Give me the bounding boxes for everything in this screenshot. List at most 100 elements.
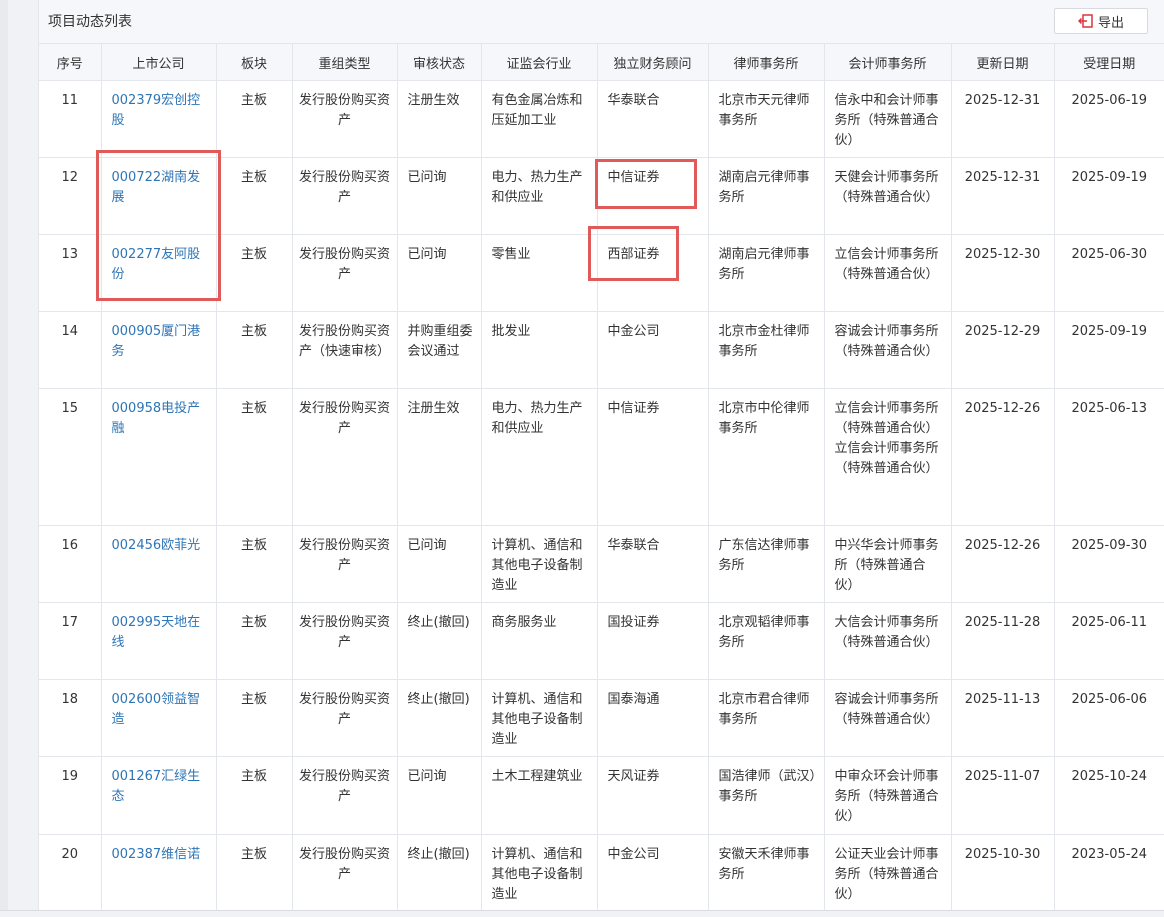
board-cell-cell: 主板 <box>215 756 293 835</box>
board-cell-cell: 主板 <box>215 80 293 158</box>
updated-date-cell: 2025-12-30 <box>950 234 1055 312</box>
row-number-cell: 18 <box>39 679 102 757</box>
financial-advisor: 中信证券 <box>607 170 660 185</box>
company-link[interactable]: 002600领益智造 <box>112 692 201 727</box>
accepted-date-cell: 2025-09-30 <box>1053 525 1164 603</box>
csrc-industry-cell: 土木工程建筑业 <box>480 756 598 835</box>
project-table: 序号 上市公司 板块 重组类型 审核状态 证监会行业 独立财务顾问 律师事务所 … <box>39 44 1164 913</box>
csrc-industry-cell: 商务服务业 <box>480 602 598 680</box>
accounting-firm: 容诚会计师事务所（特殊普通合伙） <box>834 324 939 359</box>
financial-advisor-cell: 华泰联合 <box>596 525 709 603</box>
csrc-industry: 电力、热力生产和供应业 <box>491 170 583 205</box>
row-number-cell: 19 <box>39 756 102 835</box>
law-firm-cell: 安徽天禾律师事务所 <box>707 834 825 913</box>
csrc-industry: 有色金属冶炼和压延加工业 <box>491 93 583 128</box>
row-number: 15 <box>61 401 79 416</box>
restructure-type-cell: 发行股份购买资产（快速审核） <box>291 311 398 389</box>
header-industry[interactable]: 证监会行业 <box>480 44 598 81</box>
restructure-type-cell: 发行股份购买资产 <box>291 834 398 913</box>
accounting-firm-cell: 天健会计师事务所（特殊普通合伙） <box>823 157 952 235</box>
board-cell: 主板 <box>240 170 267 185</box>
restructure-type: 发行股份购买资产 <box>298 401 390 436</box>
board-cell-cell: 主板 <box>215 157 293 235</box>
financial-advisor: 西部证券 <box>607 247 660 262</box>
updated-date-cell: 2025-10-30 <box>950 834 1055 913</box>
updated-date-cell: 2025-12-26 <box>950 388 1055 526</box>
board-cell-cell: 主板 <box>215 834 293 913</box>
header-accepted-date[interactable]: 受理日期 <box>1053 44 1164 81</box>
table-header-row: 序号 上市公司 板块 重组类型 审核状态 证监会行业 独立财务顾问 律师事务所 … <box>39 44 1164 81</box>
updated-date-cell: 2025-11-13 <box>950 679 1055 757</box>
law-firm: 北京市金杜律师事务所 <box>718 324 810 359</box>
accepted-date: 2023-05-24 <box>1071 847 1148 862</box>
header-status[interactable]: 审核状态 <box>396 44 482 81</box>
restructure-type-cell: 发行股份购买资产 <box>291 157 398 235</box>
law-firm-cell: 北京观韬律师事务所 <box>707 602 825 680</box>
board-cell: 主板 <box>240 769 267 784</box>
row-number-cell: 13 <box>39 234 102 312</box>
csrc-industry-cell: 电力、热力生产和供应业 <box>480 157 598 235</box>
table-row: 20 002387维信诺 主板 发行股份购买资产 终止(撤回) 计算机、通信和其他电子设备… <box>39 834 1164 913</box>
review-status-cell: 已问询 <box>396 756 482 835</box>
csrc-industry-cell: 计算机、通信和其他电子设备制造业 <box>480 525 598 603</box>
board-cell: 主板 <box>240 615 267 630</box>
accepted-date-cell: 2025-06-11 <box>1053 602 1164 680</box>
row-number: 18 <box>61 692 79 707</box>
row-number: 12 <box>61 170 79 185</box>
financial-advisor-cell: 中金公司 <box>596 311 709 389</box>
law-firm-cell: 湖南启元律师事务所 <box>707 157 825 235</box>
csrc-industry: 批发业 <box>491 324 531 339</box>
company-link[interactable]: 001267汇绿生态 <box>112 769 201 804</box>
header-updated-date[interactable]: 更新日期 <box>950 44 1055 81</box>
header-no[interactable]: 序号 <box>39 44 102 81</box>
board-cell: 主板 <box>240 324 267 339</box>
law-firm-cell: 北京市天元律师事务所 <box>707 80 825 158</box>
csrc-industry: 电力、热力生产和供应业 <box>491 401 583 436</box>
row-number-cell: 20 <box>39 834 102 913</box>
restructure-type: 发行股份购买资产 <box>298 170 390 205</box>
csrc-industry: 土木工程建筑业 <box>491 769 583 784</box>
updated-date: 2025-10-30 <box>964 847 1041 862</box>
review-status: 终止(撤回) <box>407 692 470 707</box>
company-link[interactable]: 002995天地在线 <box>112 615 201 650</box>
header-board[interactable]: 板块 <box>215 44 293 81</box>
company-link[interactable]: 002456欧菲光 <box>112 538 201 553</box>
company-link[interactable]: 000905厦门港务 <box>112 324 201 359</box>
csrc-industry-cell: 电力、热力生产和供应业 <box>480 388 598 526</box>
csrc-industry: 计算机、通信和其他电子设备制造业 <box>491 692 583 747</box>
header-law-firm[interactable]: 律师事务所 <box>707 44 825 81</box>
accepted-date: 2025-06-11 <box>1071 615 1148 630</box>
review-status: 已问询 <box>407 170 447 185</box>
header-type[interactable]: 重组类型 <box>291 44 398 81</box>
financial-advisor: 华泰联合 <box>607 93 660 108</box>
accounting-firm: 大信会计师事务所（特殊普通合伙） <box>834 615 939 650</box>
restructure-type: 发行股份购买资产 <box>298 538 390 573</box>
company-link[interactable]: 002379宏创控股 <box>112 93 201 128</box>
company-link[interactable]: 000958电投产融 <box>112 401 201 436</box>
row-number: 11 <box>61 93 79 108</box>
updated-date: 2025-12-31 <box>964 170 1041 185</box>
company-link-cell: 002387维信诺 <box>100 834 217 913</box>
review-status-cell: 终止(撤回) <box>396 834 482 913</box>
financial-advisor-cell: 中金公司 <box>596 834 709 913</box>
restructure-type-cell: 发行股份购买资产 <box>291 679 398 757</box>
accounting-firm-cell: 中兴华会计师事务所（特殊普通合伙） <box>823 525 952 603</box>
updated-date: 2025-12-26 <box>964 401 1041 416</box>
board-cell: 主板 <box>240 401 267 416</box>
row-number-cell: 16 <box>39 525 102 603</box>
company-link[interactable]: 000722湖南发展 <box>112 170 201 205</box>
export-button[interactable]: 导出 <box>1054 8 1148 34</box>
financial-advisor: 国投证券 <box>607 615 660 630</box>
company-link[interactable]: 002387维信诺 <box>112 847 201 862</box>
accepted-date: 2025-06-06 <box>1071 692 1148 707</box>
table-row: 16 002456欧菲光 主板 发行股份购买资产 已问询 计算机、通信和其他电子设备制造业… <box>39 525 1164 603</box>
review-status-cell: 并购重组委会议通过 <box>396 311 482 389</box>
updated-date-cell: 2025-12-26 <box>950 525 1055 603</box>
table-body: 11 002379宏创控股 主板 发行股份购买资产 注册生效 有色金属冶炼和压延加工业 华泰… <box>39 80 1164 913</box>
board-cell: 主板 <box>240 93 267 108</box>
header-accounting-firm[interactable]: 会计师事务所 <box>823 44 952 81</box>
company-link-cell: 000905厦门港务 <box>100 311 217 389</box>
header-company[interactable]: 上市公司 <box>100 44 217 81</box>
header-advisor[interactable]: 独立财务顾问 <box>596 44 709 81</box>
company-link[interactable]: 002277友阿股份 <box>112 247 201 282</box>
